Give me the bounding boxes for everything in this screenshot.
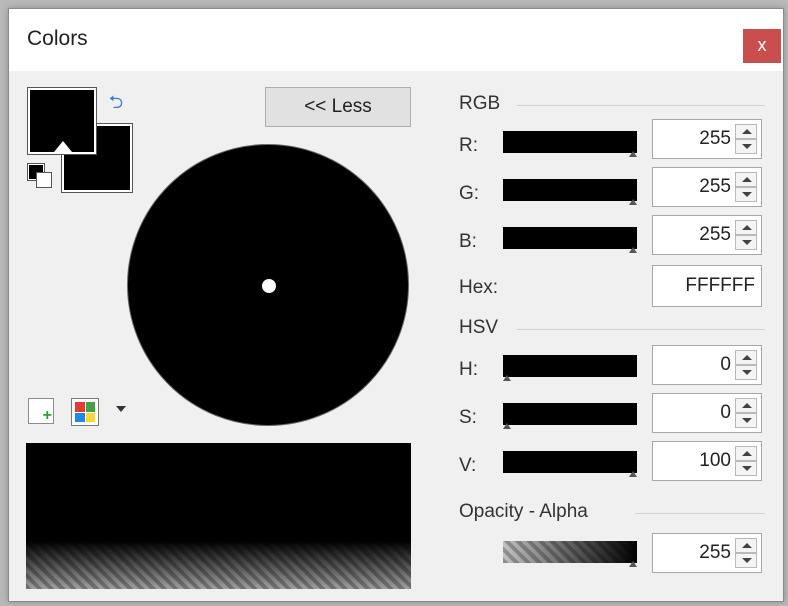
g-spinner[interactable]: 255: [652, 167, 762, 207]
active-indicator-icon: [54, 141, 72, 152]
g-up-button[interactable]: [735, 172, 757, 187]
add-to-palette-icon[interactable]: +: [28, 398, 54, 424]
alpha-up-button[interactable]: [735, 538, 757, 553]
v-value[interactable]: 100: [699, 450, 731, 472]
v-slider[interactable]: [503, 451, 637, 477]
primary-color-swatch[interactable]: [27, 87, 97, 155]
v-down-button[interactable]: [735, 461, 757, 476]
r-label: R:: [459, 135, 478, 156]
g-value[interactable]: 255: [699, 176, 731, 198]
color-palette[interactable]: [26, 443, 411, 589]
chevron-down-icon[interactable]: [116, 406, 126, 412]
v-up-button[interactable]: [735, 446, 757, 461]
g-label: G:: [459, 183, 480, 204]
b-label: B:: [459, 231, 477, 252]
hex-field[interactable]: [652, 265, 762, 307]
b-up-button[interactable]: [735, 220, 757, 235]
palette-icon[interactable]: [71, 398, 99, 426]
hsv-divider: [517, 329, 765, 330]
alpha-group-label: Opacity - Alpha: [459, 501, 588, 522]
b-down-button[interactable]: [735, 235, 757, 250]
s-label: S:: [459, 407, 477, 428]
alpha-slider[interactable]: [503, 541, 637, 567]
alpha-value[interactable]: 255: [699, 542, 731, 564]
v-label: V:: [459, 455, 477, 476]
alpha-down-button[interactable]: [735, 553, 757, 568]
h-up-button[interactable]: [735, 350, 757, 365]
reset-colors-icon[interactable]: [27, 163, 54, 190]
close-button[interactable]: x: [743, 29, 781, 63]
s-up-button[interactable]: [735, 398, 757, 413]
less-button[interactable]: << Less: [265, 87, 411, 127]
s-value[interactable]: 0: [720, 402, 731, 424]
rgb-group-label: RGB: [459, 93, 501, 114]
alpha-spinner[interactable]: 255: [652, 533, 762, 573]
h-label: H:: [459, 359, 478, 380]
swap-colors-icon[interactable]: ⮌: [105, 91, 127, 113]
b-spinner[interactable]: 255: [652, 215, 762, 255]
window-title: Colors: [27, 27, 88, 50]
s-down-button[interactable]: [735, 413, 757, 428]
color-wheel-handle[interactable]: [262, 279, 276, 293]
colors-dialog: Colors x ⮌ << Less + RGB R: 255 G: 255 B…: [8, 8, 784, 602]
rgb-divider: [517, 105, 765, 106]
g-slider[interactable]: [503, 179, 637, 205]
hsv-group-label: HSV: [459, 317, 499, 338]
h-down-button[interactable]: [735, 365, 757, 380]
r-value[interactable]: 255: [699, 128, 731, 150]
alpha-divider: [635, 513, 765, 514]
title-bar: Colors x: [9, 9, 783, 71]
s-spinner[interactable]: 0: [652, 393, 762, 433]
g-down-button[interactable]: [735, 187, 757, 202]
v-spinner[interactable]: 100: [652, 441, 762, 481]
r-slider[interactable]: [503, 131, 637, 157]
r-up-button[interactable]: [735, 124, 757, 139]
h-value[interactable]: 0: [720, 354, 731, 376]
hex-label: Hex:: [459, 277, 499, 298]
s-slider[interactable]: [503, 403, 637, 429]
h-spinner[interactable]: 0: [652, 345, 762, 385]
h-slider[interactable]: [503, 355, 637, 381]
b-slider[interactable]: [503, 227, 637, 253]
color-wheel[interactable]: [127, 144, 409, 426]
b-value[interactable]: 255: [699, 224, 731, 246]
hex-input[interactable]: [653, 266, 761, 306]
r-spinner[interactable]: 255: [652, 119, 762, 159]
r-down-button[interactable]: [735, 139, 757, 154]
